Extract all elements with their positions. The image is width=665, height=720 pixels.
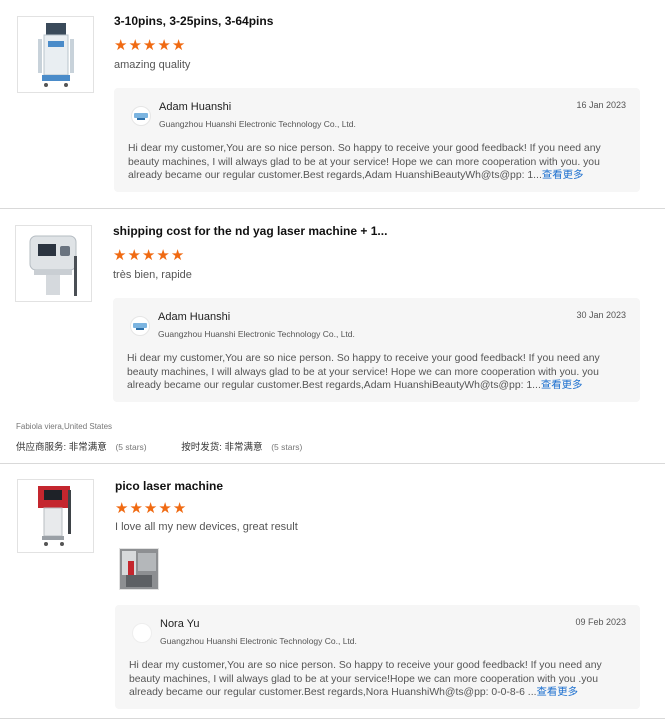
supplier-service-label: 供应商服务:: [16, 442, 67, 453]
star-rating: ★ ★ ★ ★ ★: [115, 501, 186, 516]
review-comment: amazing quality: [114, 59, 191, 71]
see-more-link[interactable]: 查看更多: [542, 170, 584, 181]
star-icon: ★: [113, 247, 127, 264]
star-rating: ★ ★ ★ ★ ★: [114, 38, 185, 53]
see-more-link[interactable]: 查看更多: [536, 687, 578, 698]
reply-body: Hi dear my customer,You are so nice pers…: [128, 143, 601, 182]
replier-company: Guangzhou Huanshi Electronic Technology …: [159, 119, 356, 129]
star-icon: ★: [143, 500, 158, 517]
star-icon: ★: [156, 247, 170, 264]
star-rating: ★ ★ ★ ★ ★: [113, 248, 184, 263]
reply-body: Hi dear my customer,You are so nice pers…: [127, 353, 600, 392]
review-comment: I love all my new devices, great result: [115, 521, 298, 533]
star-icon: ★: [115, 500, 129, 517]
product-thumbnail[interactable]: [15, 225, 92, 302]
supplier-reply: Adam Huanshi Guangzhou Huanshi Electroni…: [114, 88, 640, 192]
replier-name: Adam Huanshi: [158, 311, 231, 323]
product-thumbnail[interactable]: [17, 16, 94, 93]
replier-company: Guangzhou Huanshi Electronic Technology …: [160, 636, 357, 646]
product-thumbnail[interactable]: [17, 479, 94, 553]
replier-company: Guangzhou Huanshi Electronic Technology …: [158, 329, 355, 339]
buyer-name-location: Fabiola viera,United States: [16, 422, 113, 431]
reply-text: Hi dear my customer,You are so nice pers…: [128, 142, 628, 183]
star-icon: ★: [114, 37, 128, 54]
star-icon: ★: [171, 37, 186, 54]
product-title[interactable]: pico laser machine: [115, 479, 223, 493]
on-time-value: 非常满意: [224, 442, 263, 453]
star-icon: ★: [172, 500, 187, 517]
review-card-2: shipping cost for the nd yag laser machi…: [0, 209, 665, 419]
reply-date: 16 Jan 2023: [576, 100, 626, 110]
reply-text: Hi dear my customer,You are so nice pers…: [129, 659, 629, 700]
replier-name: Nora Yu: [160, 618, 200, 630]
review-card-3: pico laser machine ★ ★ ★ ★ ★ I love all my n…: [0, 464, 665, 720]
supplier-service-value: 非常满意: [68, 442, 107, 453]
on-time-label: 按时发货:: [181, 442, 222, 453]
star-icon: ★: [127, 247, 141, 264]
star-icon: ★: [141, 247, 156, 264]
reply-body: Hi dear my customer,You are so nice pers…: [129, 660, 602, 699]
star-icon: ★: [157, 37, 171, 54]
supplier-ratings: 供应商服务: 非常满意 (5 stars) 按时发货: 非常满意 (5 star…: [16, 439, 302, 453]
see-more-link[interactable]: 查看更多: [541, 380, 583, 391]
review-photo[interactable]: [119, 548, 159, 590]
star-icon: ★: [129, 500, 143, 517]
reply-date: 30 Jan 2023: [576, 310, 626, 320]
star-icon: ★: [170, 247, 185, 264]
supplier-service-stars: (5 stars): [115, 442, 147, 452]
supplier-logo-icon: [130, 316, 150, 336]
review-card-1: 3-10pins, 3-25pins, 3-64pins ★ ★ ★ ★ ★ amazi…: [0, 0, 665, 208]
product-title[interactable]: 3-10pins, 3-25pins, 3-64pins: [114, 14, 273, 28]
supplier-logo-icon: [132, 623, 152, 643]
supplier-reply: Nora Yu Guangzhou Huanshi Electronic Tec…: [115, 605, 640, 709]
reply-date: 09 Feb 2023: [575, 617, 626, 627]
divider: [0, 718, 665, 719]
review-comment: très bien, rapide: [113, 269, 192, 281]
star-icon: ★: [158, 500, 172, 517]
product-title[interactable]: shipping cost for the nd yag laser machi…: [113, 224, 387, 238]
supplier-reply: Adam Huanshi Guangzhou Huanshi Electroni…: [113, 298, 640, 402]
replier-name: Adam Huanshi: [159, 101, 232, 113]
reply-text: Hi dear my customer,You are so nice pers…: [127, 352, 627, 393]
supplier-logo-icon: [131, 106, 151, 126]
star-icon: ★: [142, 37, 157, 54]
star-icon: ★: [128, 37, 142, 54]
on-time-stars: (5 stars): [271, 442, 303, 452]
